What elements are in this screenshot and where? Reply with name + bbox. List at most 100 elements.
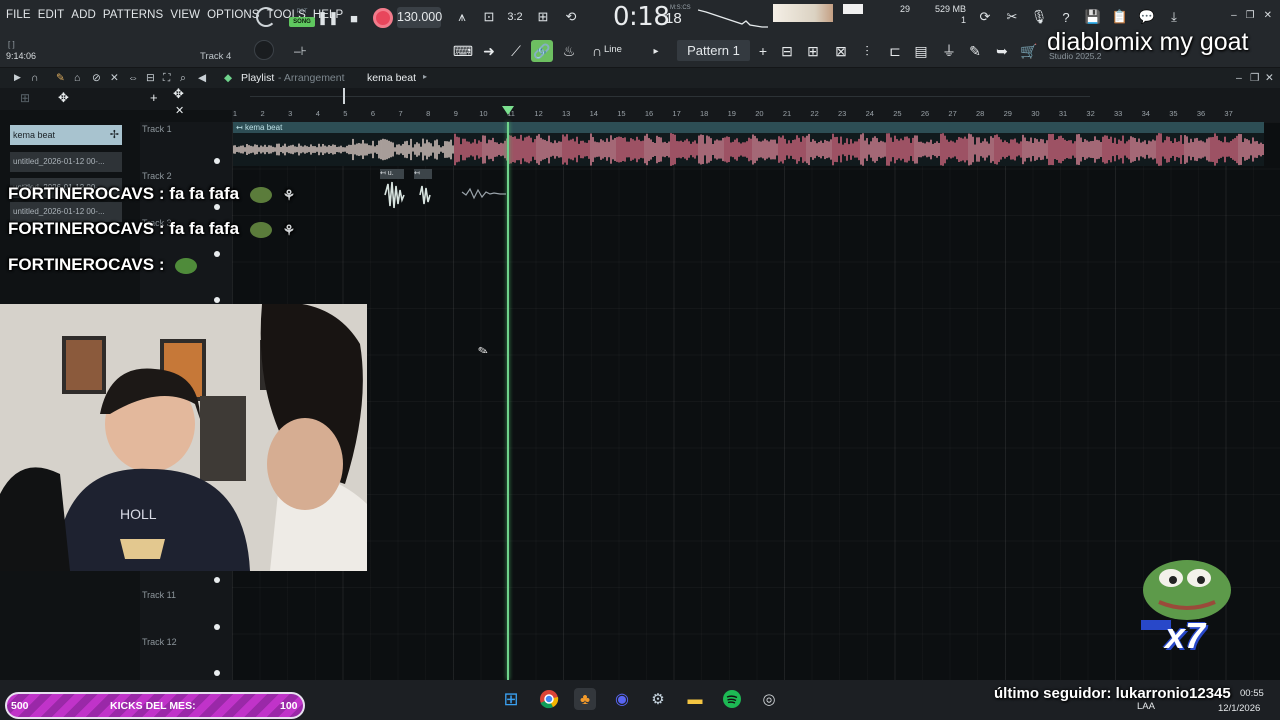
track-mute-dot[interactable] [214,624,220,630]
audio-clip[interactable]: ↤ kema beat [232,122,1264,166]
stamp-icon[interactable]: ♨ [558,40,580,62]
piano-roll-icon[interactable]: ⊠ [830,40,852,62]
paint-icon[interactable]: ⌂ [74,72,80,84]
obs-icon[interactable]: ◎ [758,688,780,710]
tempo-display[interactable]: 130.000 [397,7,442,28]
help-icon[interactable]: ? [1056,7,1076,27]
brush-icon[interactable]: ⟋ [505,40,527,62]
slip-icon[interactable]: ⇔ [128,72,139,84]
track-name[interactable]: Track 12 [142,637,177,647]
menu-patterns[interactable]: PATTERNS [103,9,163,21]
track-name[interactable]: Track 11 [142,590,176,600]
channel-rack-icon[interactable]: ⊞ [802,40,824,62]
add-track-icon[interactable]: + [150,90,158,105]
delete-icon[interactable]: ⊘ [92,72,101,84]
metronome-icon[interactable]: ⩚ [452,7,472,27]
chevron-right-icon[interactable]: ▸ [645,40,667,62]
track-mute-dot[interactable] [214,577,220,583]
pattern-item-active[interactable]: kema beat ✢ [10,125,122,145]
track-knob[interactable] [254,40,274,60]
snap-icon[interactable]: ✥ [58,90,69,106]
mic-icon[interactable]: 🎙 [1029,7,1049,27]
pattern-selector[interactable]: Pattern 1 [677,40,750,61]
minimize-icon[interactable]: – [1231,10,1237,21]
timeline-ruler[interactable]: 1 2 3 4 5 6 7 8 9 10 11 12 13 14 15 16 17 18 19 20 21 22 23 24 2… [232,106,1280,122]
edison-icon[interactable]: ✎ [964,40,986,62]
keyboard-layout[interactable]: LAA [1137,701,1155,712]
snap-mode[interactable]: Line [604,44,622,55]
add-pattern-icon[interactable]: + [752,40,774,62]
stop-icon[interactable]: ■ [344,8,364,28]
link-icon[interactable]: 🔗 [531,40,553,62]
chat-icon[interactable]: 💬 [1137,7,1157,27]
record-button[interactable] [373,8,393,28]
restore-icon[interactable]: ❐ [1250,72,1259,84]
picker-icon[interactable]: ⊞ [20,91,30,105]
track-name[interactable]: Track 1 [142,124,172,134]
wait-input-icon[interactable]: ⊡ [479,7,499,27]
minimize-icon[interactable]: – [1236,72,1242,84]
track-mute-dot[interactable] [214,158,220,164]
share-icon[interactable]: ➥ [991,40,1013,62]
clipboard-icon[interactable]: 📋 [1110,7,1130,27]
spotify-icon[interactable] [721,688,743,710]
piano-icon[interactable]: ⌨ [452,40,474,62]
folder-icon[interactable]: ▬ [684,688,706,710]
small-clip[interactable]: ↤ u. [380,169,404,179]
track-mute-dot[interactable] [214,204,220,210]
menu-arrow-icon[interactable]: ▶ [14,72,21,83]
eq-icon[interactable]: ⫶ [856,40,878,62]
step-edit-icon[interactable]: ⊞ [533,7,553,27]
chrome-icon[interactable] [538,688,560,710]
pencil-icon[interactable]: ✎ [56,72,65,84]
slice-icon[interactable]: ⊟ [146,72,155,84]
track-mute-dot[interactable] [214,251,220,257]
steam-icon[interactable]: ⚙ [647,688,669,710]
zoom-icon[interactable]: ⌕ [180,72,186,85]
file-icon[interactable]: ▤ [910,40,932,62]
fl-studio-icon[interactable]: ♣ [574,688,596,710]
cut-icon[interactable]: ✂ [1002,7,1022,27]
volume-slider[interactable]: –⊦ [294,44,328,58]
loop-record-icon[interactable]: ⟲ [561,7,581,27]
menu-file[interactable]: FILE [6,9,31,21]
master-volume-knob[interactable] [256,7,276,27]
track-mute-dot[interactable] [214,297,220,303]
pattern-item[interactable]: untitled_2026-01-12 00-... [10,152,122,172]
tray-time[interactable]: 00:55 [1240,688,1264,699]
menu-edit[interactable]: EDIT [38,9,65,21]
track-name[interactable]: Track 2 [142,171,172,181]
pause-icon[interactable]: ❚❚ [317,8,339,28]
menu-options[interactable]: OPTIONS [207,9,259,21]
speaker-icon[interactable]: ◀ [198,72,206,84]
restore-icon[interactable]: ❐ [1246,10,1255,21]
close-icon[interactable]: ✕ [1265,72,1274,84]
mixer-icon[interactable]: ⊟ [776,40,798,62]
menu-add[interactable]: ADD [71,9,96,21]
chevron-right-icon[interactable]: ▸ [423,72,427,81]
arrow-right-icon[interactable]: ➜ [478,40,500,62]
menu-view[interactable]: VIEW [170,9,200,21]
shop-icon[interactable]: 🛒 [1018,40,1040,62]
playlist-breadcrumb[interactable]: kema beat [367,72,416,84]
small-clip[interactable]: ↤ [414,169,432,179]
playhead[interactable] [507,122,509,680]
discord-icon[interactable]: ◉ [611,688,633,710]
scrollbar[interactable] [250,96,1090,97]
close-icon[interactable]: ✕ [1264,10,1272,21]
windows-start-icon[interactable]: ⊞ [500,688,522,710]
pat-song-toggle[interactable]: PAT SONG [289,7,315,29]
mute-icon[interactable]: ✕ [110,72,119,84]
plugin-icon[interactable]: ⏚ [938,40,960,62]
close-picker-icon[interactable]: ✕ [175,104,184,117]
playhead-marker[interactable] [502,106,514,115]
download-icon[interactable]: ⤓ [1164,7,1184,27]
undo-icon[interactable]: ⟳ [975,7,995,27]
magnet-icon[interactable]: ∩ [31,72,39,84]
scroll-thumb[interactable] [343,88,345,104]
select-icon[interactable]: ⛶ [163,72,170,85]
zoom-fit-icon[interactable]: ✥ [173,86,184,102]
browser-icon[interactable]: ⊏ [884,40,906,62]
track-mute-dot[interactable] [214,670,220,676]
countdown-icon[interactable]: 3:2 [505,7,525,27]
